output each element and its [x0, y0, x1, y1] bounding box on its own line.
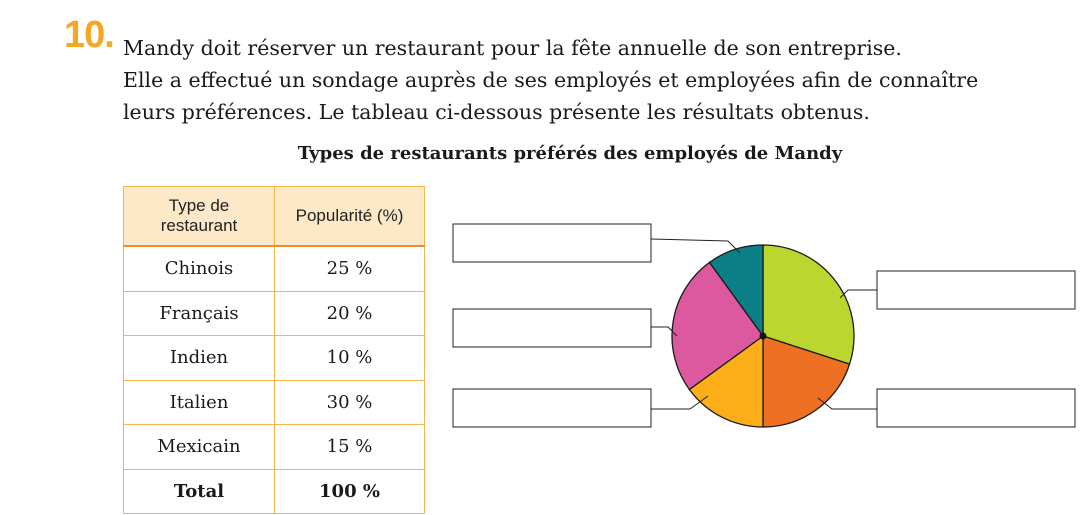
- label-box-1[interactable]: [452, 223, 652, 263]
- label-box-5[interactable]: [452, 388, 652, 428]
- pie-chart: [452, 223, 1076, 428]
- pie-center-dot: [759, 332, 767, 340]
- label-box-4[interactable]: [876, 388, 1076, 428]
- leader-line-1: [650, 238, 741, 254]
- label-box-2[interactable]: [876, 270, 1076, 310]
- label-box-3[interactable]: [452, 308, 652, 348]
